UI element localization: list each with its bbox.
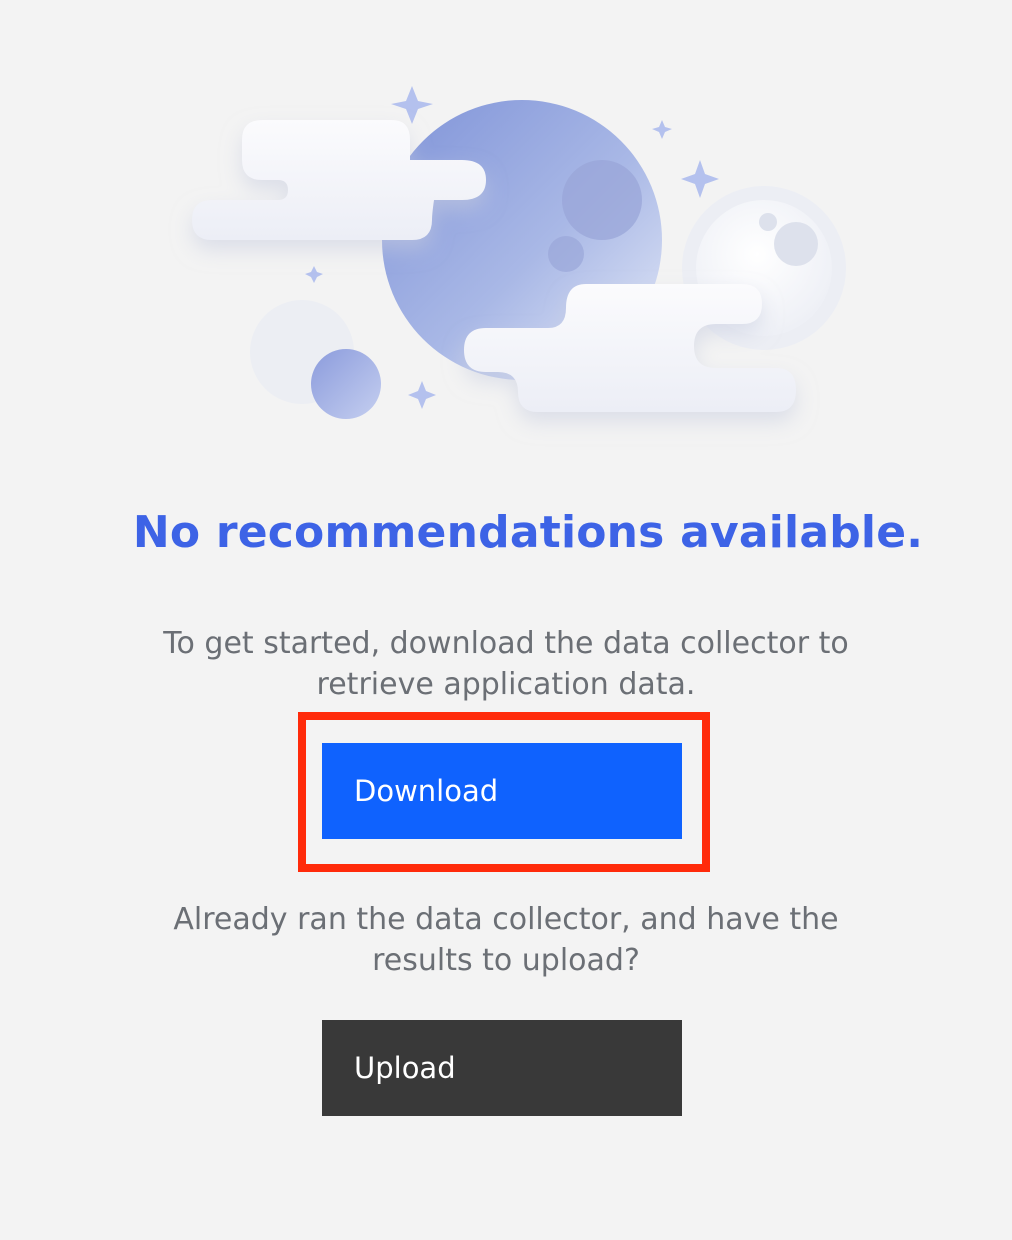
small-moon-icon <box>311 349 381 419</box>
empty-state-description: To get started, download the data collec… <box>163 626 849 702</box>
download-button[interactable]: Download <box>322 743 682 839</box>
white-moon-icon <box>682 186 846 350</box>
moon-and-clouds-illustration <box>192 86 846 419</box>
upload-button[interactable]: Upload <box>322 1020 682 1116</box>
upload-prompt-text: Already ran the data collector, and have… <box>173 902 839 978</box>
empty-state-title: No recommendations available. <box>132 507 924 558</box>
